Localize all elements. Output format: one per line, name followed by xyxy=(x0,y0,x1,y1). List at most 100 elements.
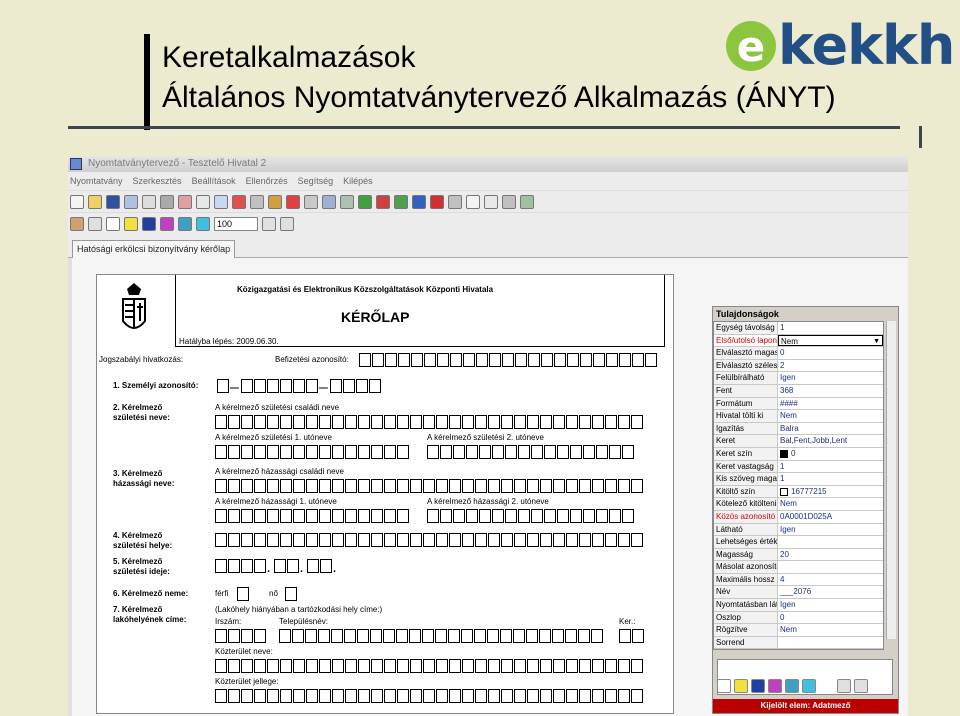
birthplace-boxes[interactable] xyxy=(215,533,644,547)
birth-family-boxes[interactable] xyxy=(215,415,644,429)
cut-icon[interactable] xyxy=(178,194,192,209)
property-row[interactable]: Első/utolsó lapon Nem ▼ xyxy=(714,334,883,348)
panel-image-icon[interactable] xyxy=(768,679,782,693)
property-value[interactable]: 0A0001D025A xyxy=(778,511,883,523)
undo-icon[interactable] xyxy=(250,194,264,209)
property-row[interactable]: Maximális hossz 4 xyxy=(714,573,883,587)
block-green-icon[interactable] xyxy=(394,194,408,209)
property-row[interactable]: Közös azonosító 0A0001D025A xyxy=(714,510,883,524)
menu-szerkesztes[interactable]: Szerkesztés xyxy=(133,176,182,186)
property-row[interactable]: Nyomtatásban látszikIgen xyxy=(714,599,883,612)
property-row[interactable]: Keret vastagság 1 xyxy=(714,460,883,474)
filing-id-boxes[interactable] xyxy=(359,353,658,367)
female-checkbox[interactable] xyxy=(285,587,298,601)
insert-row-icon[interactable] xyxy=(358,194,372,209)
menu-ellenorzes[interactable]: Ellenőrzés xyxy=(246,176,288,186)
validate-icon[interactable] xyxy=(268,194,282,209)
property-row[interactable]: Elválasztó magasság0 xyxy=(714,347,883,360)
property-value[interactable]: 2 xyxy=(778,360,883,372)
zip-boxes[interactable] xyxy=(215,629,267,643)
label-icon[interactable] xyxy=(142,216,156,231)
zoom-input[interactable]: 100 xyxy=(214,216,258,231)
property-value[interactable]: Nem xyxy=(778,410,883,422)
data-field-icon[interactable] xyxy=(124,216,138,231)
property-value[interactable]: 20 xyxy=(778,549,883,561)
panel-checkbox-icon[interactable] xyxy=(802,679,816,693)
property-row[interactable]: Keret szín 0 xyxy=(714,447,883,461)
panel-edit-icon[interactable] xyxy=(854,679,868,693)
image-icon[interactable] xyxy=(160,216,174,231)
frame-icon[interactable] xyxy=(178,216,192,231)
property-value[interactable]: 368 xyxy=(778,385,883,397)
property-value[interactable] xyxy=(778,637,883,649)
married-first2-boxes[interactable] xyxy=(427,509,635,523)
save-icon[interactable] xyxy=(106,194,120,209)
property-row[interactable]: Igazítás Balra xyxy=(714,422,883,436)
property-row[interactable]: Fent 368 xyxy=(714,384,883,398)
property-value[interactable]: 1 xyxy=(778,322,883,334)
layout-icon[interactable] xyxy=(340,194,354,209)
married-first1-boxes[interactable] xyxy=(215,509,410,523)
zoom-in-icon[interactable] xyxy=(262,216,276,231)
open-icon[interactable] xyxy=(88,194,102,209)
pointer-icon[interactable] xyxy=(88,216,102,231)
text-field-icon[interactable] xyxy=(106,216,120,231)
property-value[interactable] xyxy=(778,561,883,573)
grid-icon[interactable] xyxy=(322,194,336,209)
panel-label-icon[interactable] xyxy=(751,679,765,693)
save-as-icon[interactable] xyxy=(124,194,138,209)
merge-icon[interactable] xyxy=(448,194,462,209)
property-value[interactable] xyxy=(778,536,883,548)
delete-icon[interactable] xyxy=(232,194,246,209)
property-row[interactable]: Lehetséges értékek xyxy=(714,536,883,549)
property-value-dropdown[interactable]: Nem ▼ xyxy=(778,334,883,347)
property-value[interactable]: Igen xyxy=(778,524,883,536)
table-icon[interactable] xyxy=(304,194,318,209)
property-row[interactable]: Rögzítve Nem xyxy=(714,624,883,637)
property-row[interactable]: Formátum #### xyxy=(714,397,883,411)
property-value[interactable]: 16777215 xyxy=(778,486,883,498)
menu-nyomtatvany[interactable]: Nyomtatvány xyxy=(70,176,123,186)
birth-first1-boxes[interactable] xyxy=(215,445,410,459)
property-value[interactable]: Nem xyxy=(778,498,883,510)
tab-kerolap[interactable]: Hatósági erkölcsi bizonyítvány kérőlap xyxy=(72,240,236,258)
property-value[interactable]: Igen xyxy=(778,372,883,384)
properties-icon[interactable] xyxy=(70,216,84,231)
property-value[interactable]: 1 xyxy=(778,473,883,485)
zoom-out-icon[interactable] xyxy=(280,216,294,231)
panel-frame-icon[interactable] xyxy=(785,679,799,693)
property-row[interactable]: Kis szöveg magasság1 xyxy=(714,473,883,486)
property-row[interactable]: Egység távolság 1 xyxy=(714,322,883,335)
property-value[interactable]: 4 xyxy=(778,574,883,586)
property-value[interactable]: Balra xyxy=(778,423,883,435)
panel-field-icon[interactable] xyxy=(734,679,748,693)
copy-icon[interactable] xyxy=(196,194,210,209)
properties-scrollbar[interactable] xyxy=(886,321,896,639)
district-boxes[interactable] xyxy=(619,629,645,643)
property-row[interactable]: Felülbírálható Igen xyxy=(714,372,883,385)
insert-block-icon[interactable] xyxy=(376,194,390,209)
property-row[interactable]: Elválasztó szélesség2 xyxy=(714,359,883,373)
menu-kilepes[interactable]: Kilépés xyxy=(343,176,373,186)
tools-icon[interactable] xyxy=(286,194,300,209)
property-value[interactable]: 0 xyxy=(778,612,883,624)
print-preview-icon[interactable] xyxy=(142,194,156,209)
property-value[interactable]: 0 xyxy=(778,347,883,359)
property-value[interactable]: #### xyxy=(778,398,883,410)
property-value[interactable]: ___2076 xyxy=(778,586,883,598)
export-icon[interactable] xyxy=(502,194,516,209)
page-icon[interactable] xyxy=(466,194,480,209)
dropdown-arrow-icon[interactable]: ▼ xyxy=(873,336,880,346)
align-icon[interactable] xyxy=(412,194,426,209)
property-row[interactable]: Sorrend xyxy=(714,636,883,650)
personal-id-boxes[interactable]: – – xyxy=(217,379,382,396)
paste-icon[interactable] xyxy=(214,194,228,209)
pages-icon[interactable] xyxy=(484,194,498,209)
menu-beallitasok[interactable]: Beállítások xyxy=(192,176,236,186)
property-value[interactable]: 0 xyxy=(778,448,883,460)
print-icon[interactable] xyxy=(160,194,174,209)
menu-segitseg[interactable]: Segítség xyxy=(298,176,334,186)
property-row[interactable]: Másolat azonosító xyxy=(714,561,883,574)
property-value[interactable]: 1 xyxy=(778,461,883,473)
import-icon[interactable] xyxy=(520,194,534,209)
